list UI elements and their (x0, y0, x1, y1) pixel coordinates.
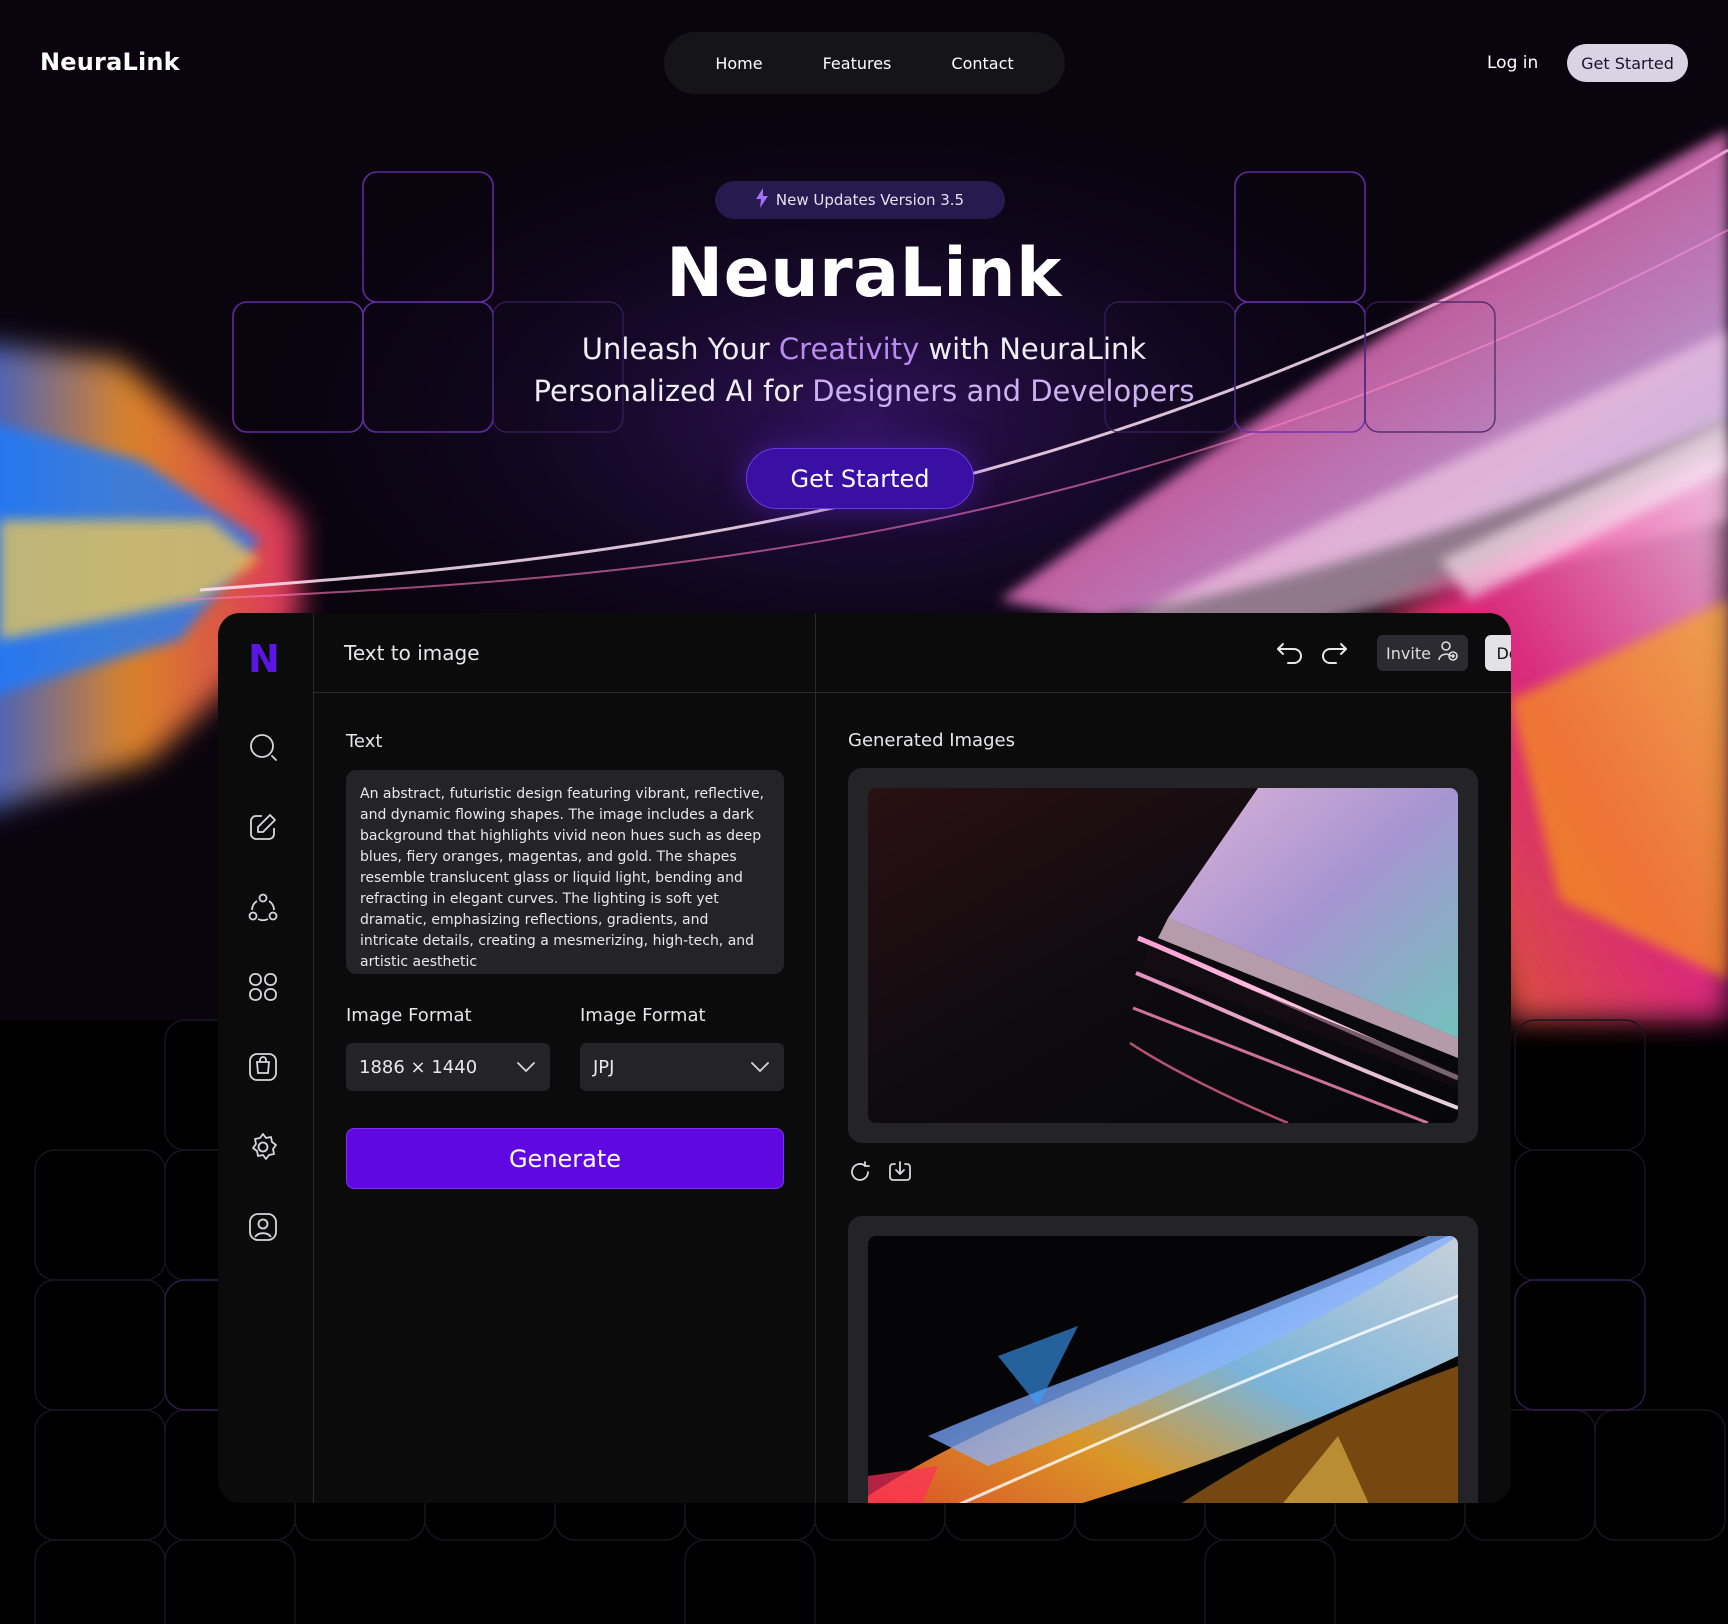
generated-image-2[interactable] (868, 1236, 1458, 1503)
bag-icon[interactable] (247, 1051, 279, 1083)
generated-image-1[interactable] (868, 788, 1458, 1123)
add-user-icon (1437, 640, 1459, 666)
generated-image-card-1[interactable] (848, 768, 1478, 1143)
invite-button[interactable]: Invite (1377, 635, 1468, 671)
subtitle-text: with NeuraLink (919, 332, 1147, 366)
user-icon[interactable] (247, 1211, 279, 1243)
hero-subtitle-line-1: Unleash Your Creativity with NeuraLink (0, 328, 1728, 370)
chevron-down-icon (750, 1057, 770, 1078)
undo-icon[interactable] (1276, 641, 1304, 669)
header-get-started-button[interactable]: Get Started (1567, 44, 1688, 82)
search-icon[interactable] (247, 731, 279, 763)
nav-features[interactable]: Features (823, 54, 892, 73)
subtitle-accent: Creativity (778, 332, 920, 366)
updates-badge[interactable]: New Updates Version 3.5 (715, 181, 1005, 219)
panel-toolbar: Text to image Invite Done (314, 613, 1511, 693)
done-button[interactable]: Done (1485, 635, 1511, 671)
app-logo[interactable]: N (248, 637, 280, 681)
subtitle-text: Personalized AI for (533, 374, 813, 408)
generated-image-card-2[interactable] (848, 1216, 1478, 1503)
share-icon[interactable] (247, 891, 279, 923)
badge-label: New Updates Version 3.5 (775, 191, 965, 209)
generate-button[interactable]: Generate (346, 1128, 784, 1189)
hero-title: NeuraLink (666, 234, 1062, 313)
redo-icon[interactable] (1320, 641, 1348, 669)
invite-label: Invite (1386, 643, 1431, 663)
hero-subtitle: Unleash Your Creativity with NeuraLink P… (0, 328, 1728, 412)
grid-icon[interactable] (247, 971, 279, 1003)
refresh-icon[interactable] (848, 1160, 872, 1188)
hero-get-started-button[interactable]: Get Started (746, 448, 974, 509)
file-format-select[interactable]: JPJ (580, 1043, 784, 1091)
file-format-value: JPJ (593, 1056, 615, 1078)
done-label: Done (1496, 643, 1511, 663)
subtitle-accent: Designers and Developers (812, 374, 1195, 408)
prompt-textarea[interactable]: An abstract, futuristic design featuring… (346, 770, 784, 974)
hero-subtitle-line-2: Personalized AI for Designers and Develo… (0, 370, 1728, 412)
generated-images-label: Generated Images (848, 730, 1015, 751)
image-format-label-2: Image Format (580, 1005, 706, 1026)
edit-icon[interactable] (247, 811, 279, 843)
download-icon[interactable] (888, 1160, 912, 1188)
image-actions (848, 1160, 912, 1188)
nav-home[interactable]: Home (715, 54, 762, 73)
image-format-label-1: Image Format (346, 1005, 472, 1026)
main-nav: Home Features Contact (664, 32, 1065, 94)
icon-sidebar: N (218, 613, 314, 1503)
lightning-icon (755, 188, 768, 212)
settings-icon[interactable] (247, 1131, 279, 1163)
panel-title: Text to image (344, 641, 480, 665)
brand-logo[interactable]: NeuraLink (40, 48, 180, 76)
login-link[interactable]: Log in (1487, 53, 1538, 73)
image-size-value: 1886 × 1440 (359, 1056, 478, 1078)
image-size-select[interactable]: 1886 × 1440 (346, 1043, 550, 1091)
nav-contact[interactable]: Contact (951, 54, 1013, 73)
panel-divider (815, 613, 816, 1503)
text-to-image-panel: N Text to image Invite D Text An abstrac… (218, 613, 1511, 1503)
text-label: Text (346, 731, 383, 752)
subtitle-text: Unleash Your (581, 332, 779, 366)
chevron-down-icon (516, 1057, 536, 1078)
